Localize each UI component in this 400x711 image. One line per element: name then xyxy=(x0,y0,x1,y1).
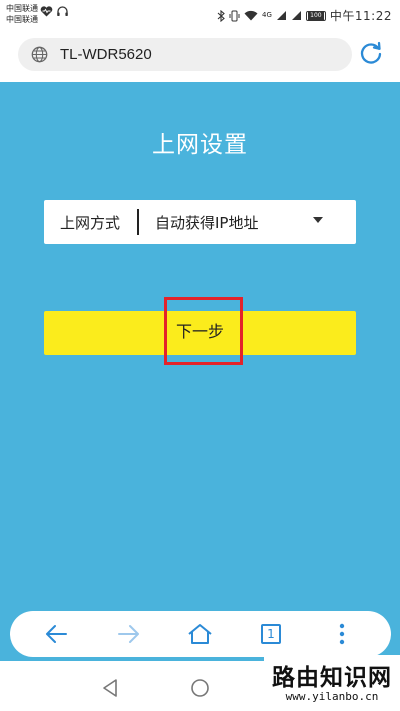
carrier-1: 中国联通 xyxy=(6,4,38,13)
carrier-info: 中国联通 中国联通 xyxy=(6,3,38,25)
battery-icon: 100 xyxy=(305,10,326,21)
signal-icon-1 xyxy=(276,11,286,20)
browser-toolbar: 1 xyxy=(10,611,391,657)
watermark: 路由知识网 www.yilanbo.cn xyxy=(264,655,400,711)
watermark-title: 路由知识网 xyxy=(272,664,392,691)
forward-icon[interactable] xyxy=(117,623,141,645)
status-indicators: 4G 100 中午11:22 xyxy=(217,7,392,24)
network-type: 4G xyxy=(262,11,272,19)
dropdown-arrow-icon[interactable] xyxy=(313,217,323,223)
reload-icon[interactable] xyxy=(358,40,384,66)
select-label: 上网方式 xyxy=(60,214,121,232)
highlight-box xyxy=(164,297,243,365)
status-bar: 中国联通 中国联通 4G 100 中午11:22 xyxy=(0,0,400,30)
more-icon[interactable] xyxy=(338,623,346,645)
carrier-2: 中国联通 xyxy=(6,15,38,24)
nav-back-icon[interactable] xyxy=(101,678,119,698)
signal-icon-2 xyxy=(291,11,301,20)
select-value: 自动获得IP地址 xyxy=(155,214,259,232)
vibrate-icon xyxy=(229,10,240,21)
url-bar[interactable]: TL-WDR5620 xyxy=(18,38,352,71)
globe-icon xyxy=(31,46,48,63)
watermark-url: www.yilanbo.cn xyxy=(285,690,379,703)
page-title: 上网设置 xyxy=(152,132,248,158)
bluetooth-icon xyxy=(217,9,225,22)
select-divider xyxy=(137,209,139,235)
headset-icon xyxy=(57,6,68,16)
battery-level: 100 xyxy=(307,11,324,20)
wifi-icon xyxy=(244,10,258,21)
heart-icon xyxy=(40,6,53,17)
url-text: TL-WDR5620 xyxy=(60,46,152,63)
status-app-icons xyxy=(40,5,69,18)
back-icon[interactable] xyxy=(44,623,68,645)
home-icon[interactable] xyxy=(187,623,213,645)
browser-address-area: TL-WDR5620 xyxy=(0,30,400,82)
connection-type-select[interactable]: 上网方式 自动获得IP地址 xyxy=(44,200,356,244)
clock: 中午11:22 xyxy=(329,9,392,23)
tab-count: 1 xyxy=(267,627,275,641)
tabs-icon[interactable]: 1 xyxy=(261,624,281,644)
nav-home-icon[interactable] xyxy=(190,678,210,698)
